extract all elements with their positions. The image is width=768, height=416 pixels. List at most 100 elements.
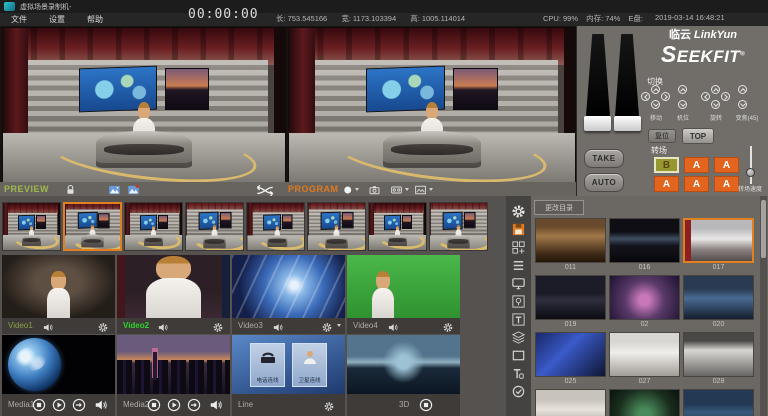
transition-a3-button[interactable]: A	[714, 157, 739, 173]
template-item-row4-1[interactable]	[535, 389, 606, 416]
settings-gear-icon[interactable]	[511, 204, 526, 219]
template-item-028[interactable]: 028	[683, 332, 754, 387]
template-thumb[interactable]	[535, 275, 606, 320]
rotate-up-button[interactable]	[711, 85, 720, 94]
rotate-down-button[interactable]	[711, 100, 720, 109]
t-bar-fader[interactable]	[583, 32, 645, 144]
template-thumb[interactable]	[535, 332, 606, 377]
template-thumb[interactable]	[609, 275, 680, 320]
change-directory-button[interactable]: 更改目录	[534, 200, 584, 215]
video1-audio-icon[interactable]	[42, 320, 54, 331]
display-icon[interactable]	[511, 276, 526, 291]
template-item-011[interactable]: 011	[535, 218, 606, 273]
zoom-out-button[interactable]	[738, 100, 747, 109]
template-item-02[interactable]: 02	[609, 275, 680, 330]
transition-a4-button[interactable]: A	[654, 176, 679, 192]
save-icon[interactable]	[511, 222, 526, 237]
threed-thumbnail[interactable]	[347, 335, 460, 394]
light-icon[interactable]	[511, 294, 526, 309]
satellite-line-tile[interactable]: 卫星连线	[292, 343, 327, 387]
template-thumb[interactable]	[683, 218, 754, 263]
scene-angle-thumb-1[interactable]	[2, 202, 61, 251]
lock-icon[interactable]	[64, 183, 77, 195]
threed-stop-button[interactable]	[419, 398, 433, 412]
template-thumb[interactable]	[609, 332, 680, 377]
media1-audio-icon[interactable]	[94, 398, 108, 412]
rotate-right-button[interactable]	[721, 92, 730, 101]
template-scrollbar[interactable]	[760, 196, 767, 416]
video1-thumbnail[interactable]	[2, 255, 115, 318]
menu-file[interactable]: 文件	[0, 14, 38, 25]
template-item-016[interactable]: 016	[609, 218, 680, 273]
template-item-017-selected[interactable]: 017	[683, 218, 754, 273]
template-item-row4-2[interactable]	[609, 389, 680, 416]
video2-thumbnail[interactable]	[117, 255, 230, 318]
video4-thumbnail-greenscreen[interactable]	[347, 255, 460, 318]
transition-b-button[interactable]: B	[654, 157, 679, 173]
move-left-button[interactable]	[641, 92, 650, 101]
stream-options-caret[interactable]	[405, 188, 409, 191]
video1-settings-gear-icon[interactable]	[97, 320, 109, 331]
scene-angle-thumb-2-selected[interactable]	[63, 202, 122, 251]
media2-thumbnail-skyline[interactable]	[117, 335, 230, 394]
move-right-button[interactable]	[661, 92, 670, 101]
scene-angle-thumb-4[interactable]	[185, 202, 244, 251]
record-options-caret[interactable]	[355, 188, 359, 191]
still-image-icon[interactable]	[414, 183, 427, 195]
template-item-019[interactable]: 019	[535, 275, 606, 330]
media1-loop-button[interactable]	[72, 398, 86, 412]
fader-handle-left[interactable]	[584, 116, 611, 131]
video3-settings-gear-icon[interactable]	[321, 320, 333, 331]
media1-thumbnail-globe[interactable]	[2, 335, 115, 394]
video3-audio-icon[interactable]	[272, 320, 284, 331]
scene-angle-thumb-8[interactable]	[429, 202, 488, 251]
line-thumbnail[interactable]: 电话连线 卫星连线	[232, 335, 345, 394]
camera-up-button[interactable]	[678, 85, 687, 94]
add-layout-icon[interactable]	[511, 240, 526, 255]
swap-preview-program-icon[interactable]	[254, 183, 276, 195]
record-icon[interactable]	[342, 183, 355, 195]
menu-help[interactable]: 帮助	[76, 14, 114, 25]
scene-angle-thumb-6[interactable]	[307, 202, 366, 251]
background-image-icon[interactable]	[108, 183, 121, 195]
template-thumb[interactable]	[683, 275, 754, 320]
template-thumb[interactable]	[683, 332, 754, 377]
snapshot-camera-icon[interactable]	[368, 183, 381, 195]
line-settings-gear-icon[interactable]	[323, 399, 335, 410]
zoom-in-button[interactable]	[738, 85, 747, 94]
rotate-left-button[interactable]	[701, 92, 710, 101]
title-text-icon[interactable]	[511, 312, 526, 327]
menu-settings[interactable]: 设置	[38, 14, 76, 25]
top-button[interactable]: TOP	[682, 128, 714, 144]
video3-thumbnail[interactable]	[232, 255, 345, 318]
scene-angle-thumb-3[interactable]	[124, 202, 183, 251]
video4-audio-icon[interactable]	[387, 320, 399, 331]
media2-play-button[interactable]	[167, 398, 181, 412]
template-thumb[interactable]	[535, 389, 606, 416]
fader-handle-right[interactable]	[614, 116, 641, 131]
background-image-edit-icon[interactable]	[127, 183, 140, 195]
phone-line-tile[interactable]: 电话连线	[250, 343, 285, 387]
layers-icon[interactable]	[511, 330, 526, 345]
media2-audio-icon[interactable]	[209, 398, 223, 412]
video2-audio-icon[interactable]	[157, 320, 169, 331]
template-item-027[interactable]: 027	[609, 332, 680, 387]
transition-speed-slider[interactable]	[746, 168, 755, 177]
auto-button[interactable]: AUTO	[584, 173, 624, 192]
still-image-caret[interactable]	[429, 188, 433, 191]
template-thumb[interactable]	[609, 218, 680, 263]
move-down-button[interactable]	[651, 100, 660, 109]
playlist-icon[interactable]	[511, 258, 526, 273]
scene-angle-thumb-7[interactable]	[368, 202, 427, 251]
template-item-020[interactable]: 020	[683, 275, 754, 330]
subtitle-text-icon[interactable]	[511, 366, 526, 381]
video3-options-caret[interactable]	[337, 324, 341, 327]
move-up-button[interactable]	[651, 85, 660, 94]
reset-button[interactable]: 复位	[648, 129, 676, 143]
scene-angle-thumb-5[interactable]	[246, 202, 305, 251]
transition-a2-button[interactable]: A	[684, 157, 709, 173]
camera-down-button[interactable]	[678, 100, 687, 109]
stream-output-icon[interactable]	[390, 183, 403, 195]
transition-a5-button[interactable]: A	[684, 176, 709, 192]
media1-play-button[interactable]	[52, 398, 66, 412]
